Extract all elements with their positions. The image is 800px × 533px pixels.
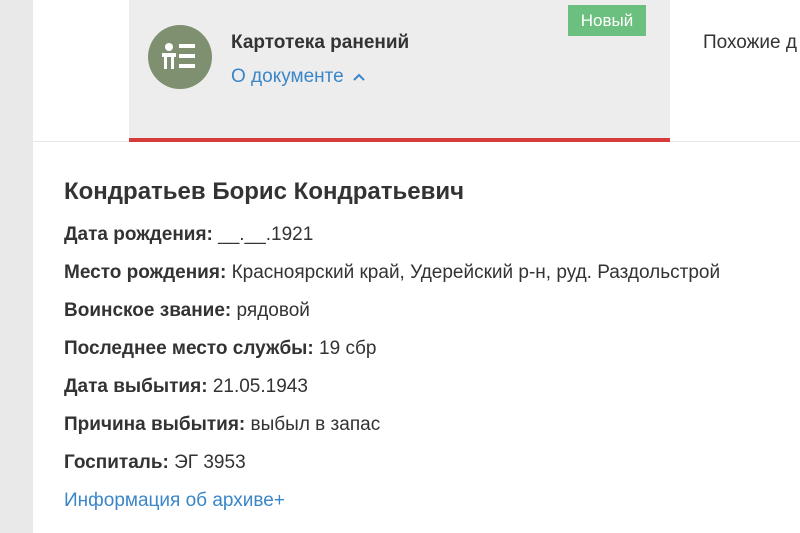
field-label: Причина выбытия: [64, 414, 246, 435]
person-name: Кондратьев Борис Кондратьевич [64, 178, 465, 205]
field-departure-reason: Причина выбытия: выбыл в запас [64, 414, 794, 452]
field-value: Красноярский край, Удерейский р-н, руд. … [231, 262, 721, 283]
person-card-icon [148, 25, 212, 89]
page-card: Новый Картотека ранений О документе Похо… [33, 0, 800, 533]
field-last-service: Последнее место службы: 19 сбр [64, 338, 794, 376]
person-details: Кондратьев Борис Кондратьевич Дата рожде… [64, 178, 794, 512]
new-badge: Новый [568, 5, 646, 36]
field-label: Воинское звание: [64, 300, 232, 321]
field-label: Дата выбытия: [64, 376, 208, 397]
archive-info-link[interactable]: Информация об архиве+ [64, 490, 794, 512]
about-document-label: О документе [231, 66, 344, 87]
field-value: ЭГ 3953 [174, 452, 246, 473]
field-birth-place: Место рождения: Красноярский край, Удере… [64, 262, 794, 300]
field-label: Дата рождения: [64, 224, 213, 245]
document-title: Картотека ранений [231, 32, 410, 53]
tab-similar[interactable]: Похожие д [703, 32, 800, 54]
field-value: выбыл в запас [250, 414, 381, 435]
field-birth-date: Дата рождения: __.__.1921 [64, 224, 794, 262]
tab-bar: Новый Картотека ранений О документе Похо… [33, 0, 800, 142]
field-departure-date: Дата выбытия: 21.05.1943 [64, 376, 794, 414]
field-value: 21.05.1943 [212, 376, 308, 397]
field-label: Место рождения: [64, 262, 227, 283]
chevron-up-icon [352, 73, 365, 81]
field-label: Госпиталь: [64, 452, 169, 473]
field-value: 19 сбр [319, 338, 377, 359]
field-hospital: Госпиталь: ЭГ 3953 [64, 452, 794, 490]
field-value: __.__.1921 [218, 224, 314, 245]
field-value: рядовой [236, 300, 310, 321]
field-rank: Воинское звание: рядовой [64, 300, 794, 338]
field-label: Последнее место службы: [64, 338, 314, 359]
tab-wound-card[interactable]: Новый Картотека ранений О документе [129, 0, 670, 142]
about-document-toggle[interactable]: О документе [231, 66, 366, 88]
